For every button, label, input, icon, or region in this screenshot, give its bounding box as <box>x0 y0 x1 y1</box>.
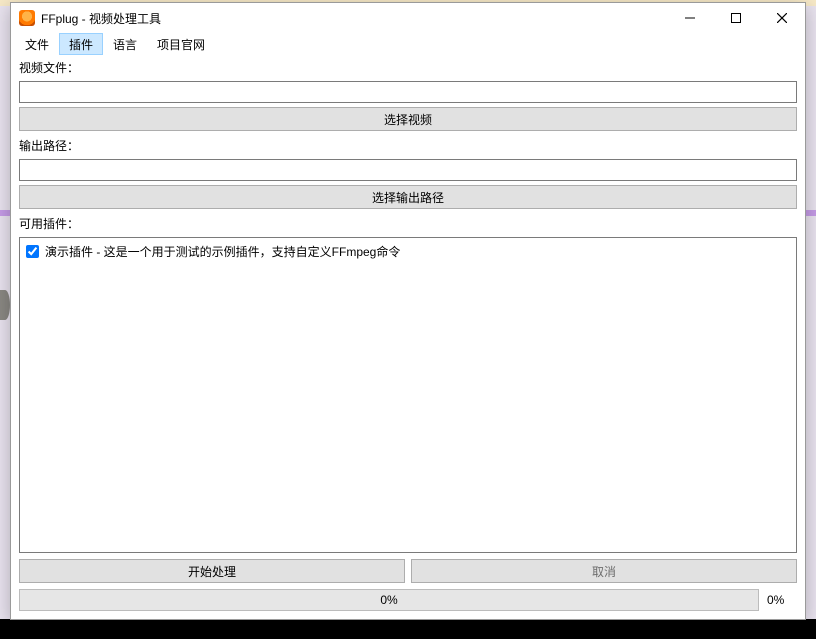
progress-percent-label: 0% <box>767 593 797 607</box>
menu-language[interactable]: 语言 <box>103 33 147 55</box>
menu-bar: 文件 插件 语言 项目官网 <box>11 33 805 55</box>
video-file-label: 视频文件： <box>19 57 797 77</box>
progress-bar-text: 0% <box>380 593 397 607</box>
plugin-checkbox[interactable] <box>26 245 39 258</box>
maximize-icon <box>731 13 741 23</box>
output-path-input[interactable] <box>19 159 797 181</box>
window-title: FFplug - 视频处理工具 <box>41 10 161 27</box>
plugin-row[interactable]: 演示插件 - 这是一个用于测试的示例插件，支持自定义FFmpeg命令 <box>26 242 790 261</box>
plugin-label: 演示插件 - 这是一个用于测试的示例插件，支持自定义FFmpeg命令 <box>45 243 400 260</box>
app-icon <box>19 10 35 26</box>
client-area: 视频文件： 选择视频 输出路径： 选择输出路径 可用插件： 演示插件 - 这是一… <box>11 55 805 619</box>
select-output-button[interactable]: 选择输出路径 <box>19 185 797 209</box>
maximize-button[interactable] <box>713 3 759 33</box>
menu-file[interactable]: 文件 <box>15 33 59 55</box>
action-row: 开始处理 取消 <box>19 559 797 583</box>
menu-plugins[interactable]: 插件 <box>59 33 103 55</box>
close-button[interactable] <box>759 3 805 33</box>
app-window: FFplug - 视频处理工具 文件 插件 语言 项目官网 视频文件： 选择视频… <box>10 2 806 620</box>
plugin-list[interactable]: 演示插件 - 这是一个用于测试的示例插件，支持自定义FFmpeg命令 <box>19 237 797 553</box>
progress-bar: 0% <box>19 589 759 611</box>
minimize-icon <box>685 13 695 23</box>
title-bar[interactable]: FFplug - 视频处理工具 <box>11 3 805 33</box>
available-plugins-label: 可用插件： <box>19 213 797 233</box>
cancel-button[interactable]: 取消 <box>411 559 797 583</box>
output-path-label: 输出路径： <box>19 135 797 155</box>
progress-row: 0% 0% <box>19 589 797 611</box>
start-button[interactable]: 开始处理 <box>19 559 405 583</box>
video-file-input[interactable] <box>19 81 797 103</box>
menu-website[interactable]: 项目官网 <box>147 33 215 55</box>
close-icon <box>777 13 787 23</box>
select-video-button[interactable]: 选择视频 <box>19 107 797 131</box>
minimize-button[interactable] <box>667 3 713 33</box>
